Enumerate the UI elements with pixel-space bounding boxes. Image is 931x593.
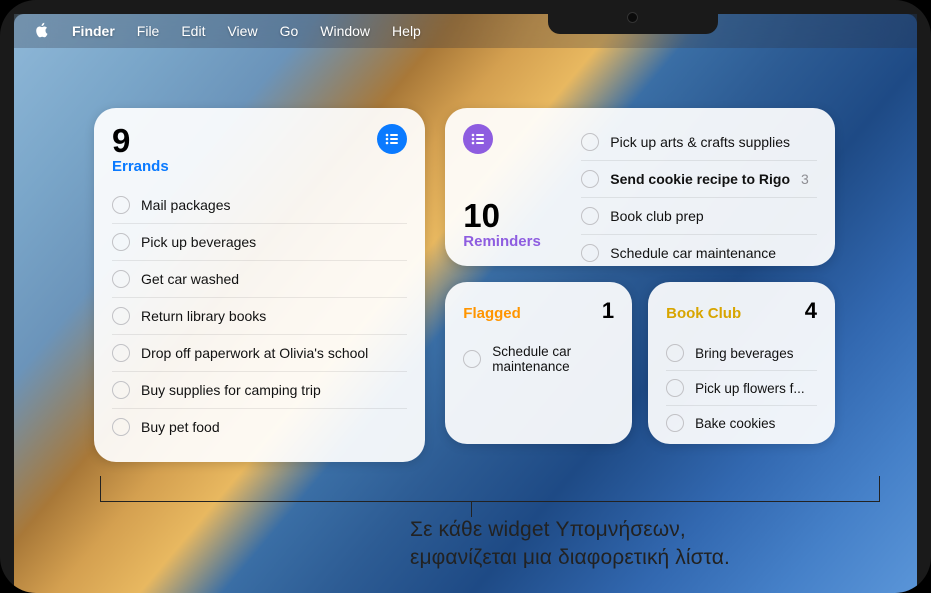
flagged-count: 1	[602, 298, 614, 324]
reminder-item[interactable]: Schedule car maintenance	[463, 336, 614, 382]
bookclub-title: Book Club	[666, 305, 741, 322]
reminder-item[interactable]: Pick up flowers f...	[666, 370, 817, 405]
reminders-all-title: Reminders	[463, 233, 575, 250]
checkbox-circle-icon[interactable]	[112, 418, 130, 436]
checkbox-circle-icon[interactable]	[666, 414, 684, 432]
reminder-item[interactable]: Bake cookies	[666, 405, 817, 440]
menubar: Finder File Edit View Go Window Help	[14, 14, 917, 48]
list-icon	[377, 124, 407, 154]
annotation-bracket	[100, 476, 880, 502]
checkbox-circle-icon[interactable]	[112, 344, 130, 362]
flagged-title: Flagged	[463, 305, 521, 322]
widget-reminders-all[interactable]: 10 Reminders Pick up arts & crafts suppl…	[445, 108, 835, 266]
menu-app-name[interactable]: Finder	[72, 23, 115, 39]
reminder-item[interactable]: Bring beverages	[666, 336, 817, 370]
reminder-item[interactable]: Send cookie recipe to Rigo3	[581, 160, 817, 197]
menu-help[interactable]: Help	[392, 23, 421, 39]
checkbox-circle-icon[interactable]	[112, 381, 130, 399]
reminders-all-count: 10	[463, 199, 575, 232]
reminder-item[interactable]: Pick up arts & crafts supplies	[581, 124, 817, 160]
errands-count: 9	[112, 124, 169, 157]
checkbox-circle-icon[interactable]	[463, 350, 481, 368]
checkbox-circle-icon[interactable]	[666, 344, 684, 362]
widget-errands[interactable]: 9 Errands Mail packages Pick up beverage…	[94, 108, 425, 462]
reminders-all-list: Pick up arts & crafts supplies Send cook…	[581, 124, 817, 254]
checkbox-circle-icon[interactable]	[581, 244, 599, 262]
widget-flagged[interactable]: Flagged 1 Schedule car maintenance	[445, 282, 632, 444]
apple-menu-icon[interactable]	[34, 22, 50, 41]
reminder-item[interactable]: Buy pet food	[112, 408, 407, 445]
bookclub-list: Bring beverages Pick up flowers f... Bak…	[666, 336, 817, 440]
errands-list: Mail packages Pick up beverages Get car …	[112, 187, 407, 445]
checkbox-circle-icon[interactable]	[581, 170, 599, 188]
checkbox-circle-icon[interactable]	[666, 379, 684, 397]
widget-book-club[interactable]: Book Club 4 Bring beverages Pick up flow…	[648, 282, 835, 444]
device-notch	[548, 0, 718, 34]
subtask-count: 3	[801, 171, 817, 187]
checkbox-circle-icon[interactable]	[581, 133, 599, 151]
menu-window[interactable]: Window	[320, 23, 370, 39]
reminder-item[interactable]: Return library books	[112, 297, 407, 334]
errands-title: Errands	[112, 158, 169, 175]
menu-go[interactable]: Go	[280, 23, 299, 39]
reminder-item[interactable]: Drop off paperwork at Olivia's school	[112, 334, 407, 371]
reminder-item[interactable]: Get car washed	[112, 260, 407, 297]
menu-edit[interactable]: Edit	[181, 23, 205, 39]
menu-view[interactable]: View	[227, 23, 257, 39]
checkbox-circle-icon[interactable]	[112, 196, 130, 214]
menu-file[interactable]: File	[137, 23, 160, 39]
list-icon	[463, 124, 493, 154]
reminder-item[interactable]: Pick up beverages	[112, 223, 407, 260]
annotation-caption: Σε κάθε widget Υπομνήσεων, εμφανίζεται μ…	[410, 516, 830, 573]
checkbox-circle-icon[interactable]	[112, 270, 130, 288]
reminder-item[interactable]: Book club prep	[581, 197, 817, 234]
checkbox-circle-icon[interactable]	[112, 233, 130, 251]
reminder-item[interactable]: Schedule car maintenance	[581, 234, 817, 271]
checkbox-circle-icon[interactable]	[581, 207, 599, 225]
flagged-list: Schedule car maintenance	[463, 336, 614, 382]
reminder-item[interactable]: Buy supplies for camping trip	[112, 371, 407, 408]
reminder-item[interactable]: Mail packages	[112, 187, 407, 223]
checkbox-circle-icon[interactable]	[112, 307, 130, 325]
bookclub-count: 4	[805, 298, 817, 324]
